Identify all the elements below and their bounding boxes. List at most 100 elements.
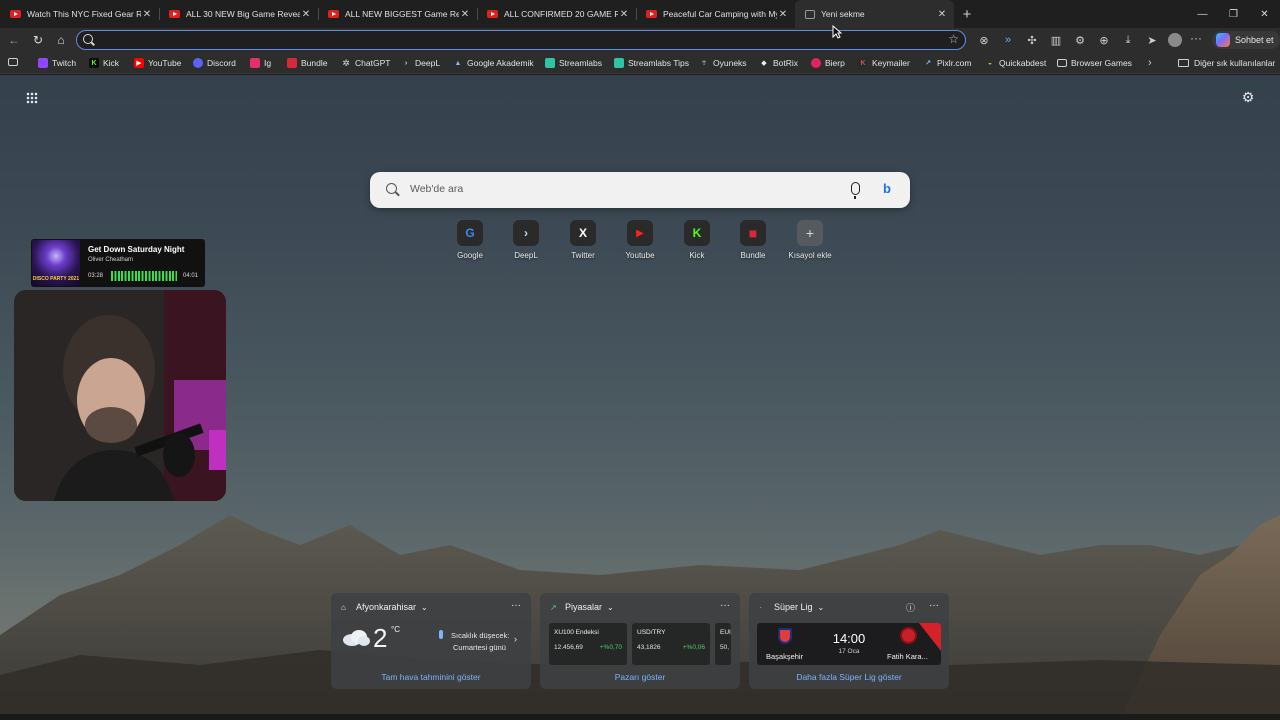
bookmark-ig[interactable]: Ig — [250, 52, 271, 74]
more-league-link[interactable]: Daha fazla Süper Lig göster — [749, 672, 949, 682]
extensions-icon[interactable]: ✣ — [1020, 32, 1044, 48]
league-header[interactable]: · Süper Lig ⌄ — [759, 602, 824, 612]
refresh-icon[interactable]: ↻ — [30, 32, 46, 48]
more-options-icon[interactable]: ··· — [511, 600, 521, 611]
quick-link-google[interactable]: G Google — [441, 220, 499, 266]
youtube-icon — [169, 10, 180, 18]
bookmark-bundle[interactable]: Bundle — [287, 52, 327, 74]
bookmark-quickabdest[interactable]: ◒ Quickabdest — [985, 52, 1046, 74]
close-icon[interactable]: ✕ — [618, 9, 630, 20]
pixlr-icon: ↗ — [925, 60, 931, 67]
info-icon[interactable]: ⓘ — [906, 601, 915, 614]
quick-link-kick[interactable]: K Kick — [668, 220, 726, 266]
more-options-icon[interactable]: ··· — [720, 600, 730, 611]
market-card[interactable]: USD/TRY 43,1826 +%0,06 — [632, 623, 710, 665]
gamepad-icon[interactable]: ⊗ — [972, 32, 996, 48]
tab[interactable]: Peaceful Car Camping with My Do ✕ — [636, 0, 795, 28]
close-icon[interactable]: ✕ — [936, 9, 948, 20]
bookmark-keymailer[interactable]: K Keymailer — [858, 52, 910, 74]
tab[interactable]: Watch This NYC Fixed Gear Rider C ✕ — [0, 0, 159, 28]
tab-title: ALL NEW BIGGEST Game Reveals o — [345, 9, 459, 19]
collections-icon[interactable]: ⊕ — [1092, 32, 1116, 48]
bookmark-botrix[interactable]: ◆ BotRix — [759, 52, 798, 74]
copilot-label: Sohbet et — [1235, 35, 1274, 45]
league-widget[interactable]: · Süper Lig ⌄ ⓘ ··· Başakşehir 14:00 17 … — [749, 593, 949, 689]
tab[interactable]: ALL 30 NEW Big Game Reveals fro ✕ — [159, 0, 318, 28]
quick-link-deepl[interactable]: › DeepL — [497, 220, 555, 266]
market-value: 12.456,69 — [554, 644, 583, 651]
bing-icon[interactable]: b — [883, 181, 891, 196]
more-options-icon[interactable]: ··· — [929, 600, 939, 611]
bierp-icon — [811, 58, 821, 68]
back-icon[interactable]: ← — [6, 32, 22, 48]
bookmark-streamlabs-tips[interactable]: Streamlabs Tips — [614, 52, 689, 74]
bookmark-browser-games[interactable]: Browser Games — [1057, 52, 1132, 74]
copilot-chat-button[interactable]: Sohbet et — [1212, 31, 1280, 49]
chevron-right-icon[interactable]: › — [514, 634, 517, 644]
sidebar-toggle-icon[interactable] — [8, 58, 18, 66]
weather-widget[interactable]: ⌂ Afyonkarahisar ⌄ ··· 2 °C Sıcaklık düş… — [331, 593, 531, 689]
match-card[interactable]: Başakşehir 14:00 17 Oca Fatih Kara... — [757, 623, 941, 665]
youtube-icon: ▶ — [134, 58, 144, 68]
minimize-icon[interactable]: — — [1187, 0, 1218, 28]
bookmark-oyuneks[interactable]: ☥ Oyuneks — [699, 52, 747, 74]
share-icon[interactable]: ➤ — [1140, 32, 1164, 48]
close-icon[interactable]: ✕ — [777, 9, 789, 20]
bookmark-twitch[interactable]: Twitch — [38, 52, 76, 74]
markets-widget[interactable]: ↗ Piyasalar ⌄ ··· XU100 Endeksi 12.456,6… — [540, 593, 740, 689]
bookmark-youtube[interactable]: ▶ YouTube — [134, 52, 181, 74]
botrix-icon: ◆ — [761, 60, 767, 67]
bookmark-deepl[interactable]: › DeepL — [401, 52, 440, 74]
full-forecast-link[interactable]: Tam hava tahminini göster — [331, 672, 531, 682]
copilot-icon — [1216, 33, 1230, 47]
bookmark-pixlr[interactable]: ↗ Pixlr.com — [923, 52, 971, 74]
bookmark-chatgpt[interactable]: ✲ ChatGPT — [341, 52, 390, 74]
market-card[interactable]: EUI 50, — [715, 623, 731, 665]
new-tab-button[interactable]: + — [954, 0, 980, 28]
profile-avatar[interactable] — [1168, 33, 1182, 47]
markets-header[interactable]: ↗ Piyasalar ⌄ — [550, 602, 614, 612]
streamlabs-icon — [614, 58, 624, 68]
quick-link-twitter[interactable]: X Twitter — [554, 220, 612, 266]
gear-icon[interactable]: ⚙ — [1240, 89, 1256, 105]
close-icon[interactable]: ✕ — [141, 9, 153, 20]
address-toolbar: ← ↻ ⌂ ☆ ⊗ » ✣ ▥ ⚙ ⊕ ⤓ ➤ ··· Sohbet et — [0, 28, 1280, 52]
tab-active[interactable]: Yeni sekme ✕ — [795, 0, 954, 28]
read-aloud-icon[interactable]: » — [996, 32, 1020, 48]
bookmark-google-akademik[interactable]: ▲ Google Akademik — [453, 52, 534, 74]
favorite-star-icon[interactable]: ☆ — [948, 32, 959, 46]
show-market-link[interactable]: Pazarı göster — [540, 672, 740, 682]
quick-link-youtube[interactable]: ▶ Youtube — [611, 220, 669, 266]
split-screen-icon[interactable]: ▥ — [1044, 32, 1068, 48]
quick-link-add[interactable]: + Kısayol ekle — [781, 220, 839, 266]
taskbar-edge — [0, 714, 1280, 720]
apps-launcher-icon[interactable] — [26, 92, 38, 104]
performance-icon[interactable]: ⚙ — [1068, 32, 1092, 48]
quick-link-bundle[interactable]: ■ Bundle — [724, 220, 782, 266]
bookmark-streamlabs[interactable]: Streamlabs — [545, 52, 602, 74]
close-icon[interactable]: ✕ — [459, 9, 471, 20]
bookmark-label: Oyuneks — [713, 58, 747, 68]
chevron-right-icon[interactable]: › — [1148, 57, 1152, 69]
close-icon[interactable]: ✕ — [300, 9, 312, 20]
trend-icon: ↗ — [550, 602, 557, 612]
bookmark-label: Keymailer — [872, 58, 910, 68]
weather-header[interactable]: ⌂ Afyonkarahisar ⌄ — [341, 602, 428, 612]
bookmark-label: Streamlabs — [559, 58, 602, 68]
bookmark-kick[interactable]: K Kick — [89, 52, 119, 74]
restore-icon[interactable]: ❐ — [1218, 0, 1249, 28]
bookmark-bierp[interactable]: Bierp — [811, 52, 845, 74]
microphone-icon[interactable] — [851, 182, 860, 199]
close-window-icon[interactable]: ✕ — [1249, 0, 1280, 28]
market-card[interactable]: XU100 Endeksi 12.456,69 +%0,70 — [549, 623, 627, 665]
oyuneks-icon: ☥ — [701, 60, 707, 67]
bookmark-discord[interactable]: Discord — [193, 52, 236, 74]
downloads-icon[interactable]: ⤓ — [1116, 32, 1140, 48]
home-icon[interactable]: ⌂ — [53, 32, 69, 48]
web-search-box[interactable]: Web'de ara b — [370, 172, 910, 208]
more-options-icon[interactable]: ··· — [1190, 31, 1202, 45]
tab[interactable]: ALL CONFIRMED 20 GAME REMAK ✕ — [477, 0, 636, 28]
other-favorites[interactable]: Diğer sık kullanılanlar — [1178, 52, 1275, 74]
tab-strip: Watch This NYC Fixed Gear Rider C ✕ ALL … — [0, 0, 1280, 28]
tab[interactable]: ALL NEW BIGGEST Game Reveals o ✕ — [318, 0, 477, 28]
